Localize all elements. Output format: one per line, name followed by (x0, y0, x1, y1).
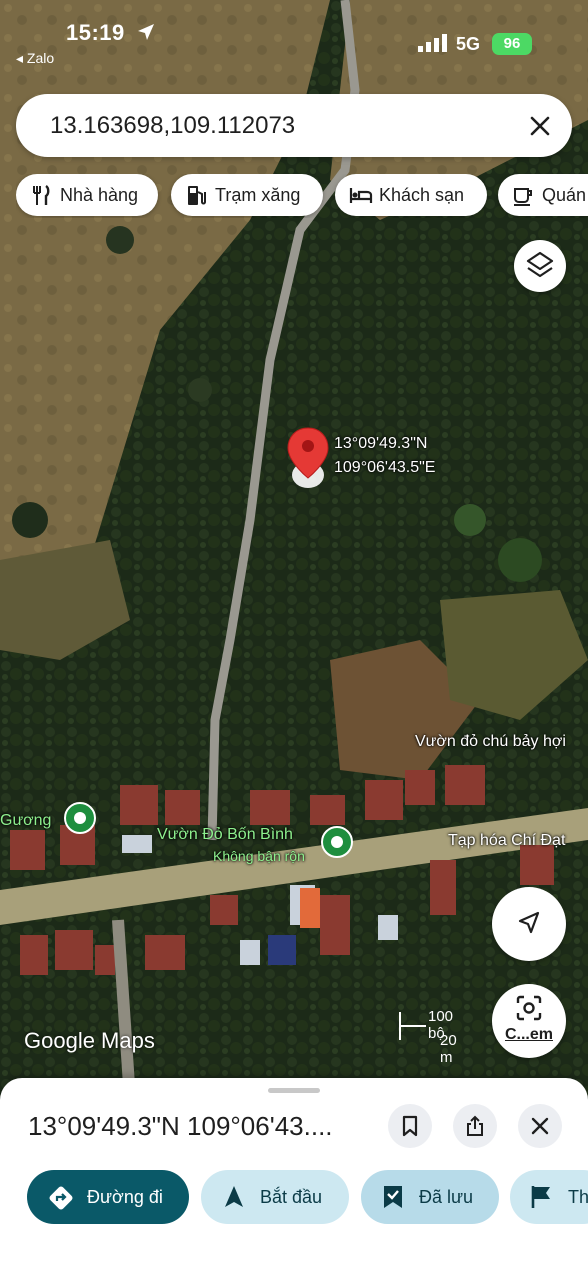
category-chips: Nhà hàng Trạm xăng Khách sạn Quán (16, 174, 588, 218)
back-to-app-link[interactable]: ◂ Zalo (16, 50, 54, 67)
chip-label: Trạm xăng (215, 185, 301, 205)
chip-label: Quán (542, 185, 587, 205)
battery-indicator: 96 (492, 33, 532, 55)
share-button[interactable] (453, 1104, 497, 1148)
scale-metric: 20 m (440, 1032, 457, 1066)
network-type: 5G (456, 34, 481, 54)
lens-label: C...em (504, 1026, 553, 1043)
poi-marker-vuon-do[interactable] (321, 826, 353, 858)
saved-label: Đã lưu (419, 1187, 474, 1207)
poi-marker-guong[interactable] (64, 802, 96, 834)
close-icon[interactable] (526, 112, 554, 140)
google-maps-logo: Google Maps (24, 1028, 155, 1053)
poi-label-guong[interactable]: Gương (0, 812, 51, 830)
save-bookmark-button[interactable] (388, 1104, 432, 1148)
pin-latitude: 13°09'49.3"N (334, 435, 428, 452)
bookmark-check-icon (384, 1186, 402, 1208)
pin-coordinates-label: 13°09'49.3"N 109°06'43.5"E (334, 432, 435, 480)
chip-label: Khách sạn (379, 185, 465, 205)
close-sheet-button[interactable] (518, 1104, 562, 1148)
place-bottom-sheet[interactable]: 13°09'49.3"N 109°06'43.... Đường đi Bắt … (0, 1078, 588, 1280)
chip-cafes[interactable]: Quán (498, 174, 588, 216)
lens-camera-icon (516, 995, 542, 1021)
close-icon (531, 1117, 549, 1135)
saved-button[interactable]: Đã lưu (361, 1170, 499, 1224)
scale-bar-icon (399, 1012, 426, 1040)
cellular-signal-icon (418, 34, 447, 52)
pin-longitude: 109°06'43.5"E (334, 459, 436, 476)
layers-button[interactable] (514, 240, 566, 292)
fork-knife-icon (33, 185, 50, 205)
location-pin[interactable] (287, 427, 329, 488)
poi-label-vuon-do-bon-binh[interactable]: Vườn Đỏ Bốn Bình (157, 826, 293, 844)
coffee-cup-icon (514, 188, 532, 206)
directions-label: Đường đi (87, 1187, 163, 1207)
location-services-icon (138, 24, 154, 40)
start-navigation-button[interactable]: Bắt đầu (201, 1170, 349, 1224)
clock: 15:19 (66, 20, 125, 45)
navigation-arrow-icon (225, 1186, 243, 1207)
status-bar: 15:19 ◂ Zalo 5G 96 (0, 0, 588, 90)
chip-label: Nhà hàng (60, 185, 139, 205)
bookmark-icon (402, 1115, 418, 1137)
chip-gas-stations[interactable]: Trạm xăng (171, 174, 323, 216)
place-title: 13°09'49.3"N 109°06'43.... (28, 1111, 333, 1141)
fuel-pump-icon (188, 186, 206, 205)
directions-button[interactable]: Đường đi (27, 1170, 189, 1224)
navigation-arrow-icon (518, 911, 540, 934)
more-action-label: Th (568, 1187, 588, 1207)
directions-icon (49, 1186, 73, 1210)
chip-hotels[interactable]: Khách sạn (335, 174, 487, 216)
poi-label-vuon-do-chu-bay-hoi[interactable]: Vườn đỏ chú bảy hợi (415, 733, 566, 751)
poi-label-khong-ban-ron[interactable]: Không bận rộn (213, 848, 305, 864)
sheet-drag-handle[interactable] (268, 1088, 320, 1093)
more-action-button[interactable]: Th (510, 1170, 588, 1224)
search-input[interactable]: 13.163698,109.112073 (50, 112, 295, 140)
my-location-button[interactable] (492, 887, 566, 961)
start-label: Bắt đầu (260, 1187, 323, 1207)
bed-icon (349, 188, 373, 203)
poi-label-tap-hoa-chi-dat[interactable]: Tạp hóa Chí Đạt (448, 832, 565, 850)
camera-explore-button[interactable]: C...em (492, 984, 566, 1058)
layers-icon (526, 251, 554, 278)
chip-restaurants[interactable]: Nhà hàng (16, 174, 158, 216)
search-bar[interactable]: 13.163698,109.112073 (16, 94, 572, 157)
share-icon (467, 1115, 483, 1136)
flag-icon (531, 1186, 550, 1208)
